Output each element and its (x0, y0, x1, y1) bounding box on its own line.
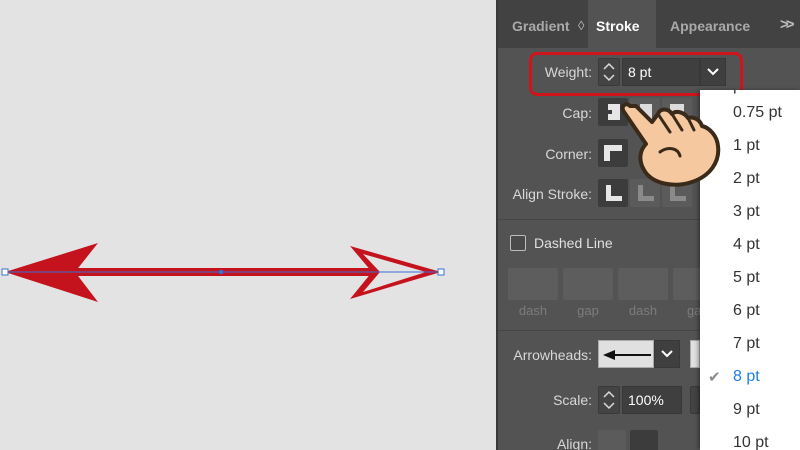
cap-label: Cap: (562, 105, 592, 121)
align-arrow-tip-button[interactable] (598, 430, 626, 450)
align-arrow-end-button[interactable] (630, 430, 658, 450)
gap-2-label: ga (687, 303, 702, 318)
dropdown-option[interactable]: 6 pt (700, 295, 800, 328)
dropdown-option[interactable]: 7 pt (700, 328, 800, 361)
dash-2-input (618, 268, 668, 300)
anchor-end[interactable] (437, 268, 445, 276)
gap-1-label: gap (577, 303, 599, 318)
end-arrowhead-select[interactable] (690, 340, 700, 368)
dropdown-option[interactable]: 5 pt (700, 262, 800, 295)
double-arrow-artwork[interactable] (0, 0, 498, 450)
dropdown-option[interactable]: 10 pt (700, 427, 800, 450)
anchor-center[interactable] (219, 270, 223, 274)
scale-label: Scale: (553, 392, 592, 408)
pointing-hand-icon (620, 102, 721, 187)
gap-1-input (563, 268, 613, 300)
scale-stepper[interactable] (598, 386, 620, 414)
dropdown-option[interactable]: 4 pt (700, 229, 800, 262)
panel-tabbar: Gradient ◊ Stroke Appearance >> (498, 0, 800, 48)
tab-sort-icon: ◊ (578, 18, 585, 33)
scale-input[interactable]: 100% (622, 386, 682, 414)
arrow-left-icon (603, 350, 651, 360)
tab-gradient[interactable]: Gradient (512, 0, 574, 48)
align-stroke-label: Align Stroke: (512, 186, 592, 202)
dropdown-option[interactable]: 3 pt (700, 196, 800, 229)
chevron-down-icon (661, 350, 673, 358)
tab-stroke[interactable]: Stroke (588, 0, 656, 48)
checkmark-icon: ✔ (708, 369, 721, 386)
double-chevron-right-icon[interactable]: >> (780, 16, 794, 33)
stepper-arrows-icon (603, 390, 615, 410)
arrowheads-label: Arrowheads: (513, 347, 592, 363)
dropdown-option-selected[interactable]: ✔ 8 pt (700, 361, 800, 394)
dash-2-label: dash (628, 303, 658, 318)
corner-label: Corner: (545, 146, 592, 162)
start-arrowhead-select[interactable] (598, 340, 654, 368)
tab-appearance[interactable]: Appearance (670, 0, 750, 48)
anchor-start[interactable] (1, 268, 9, 276)
align-label: Align: (556, 436, 592, 450)
scale-end-stepper[interactable] (690, 386, 700, 414)
dash-1-label: dash (518, 303, 548, 318)
dashed-line-label: Dashed Line (534, 235, 613, 251)
artboard-canvas[interactable] (0, 0, 498, 450)
dropdown-option[interactable]: 9 pt (700, 394, 800, 427)
start-arrowhead-dropdown[interactable] (654, 340, 680, 368)
dashed-line-checkbox[interactable] (510, 235, 526, 251)
dash-1-input (508, 268, 558, 300)
